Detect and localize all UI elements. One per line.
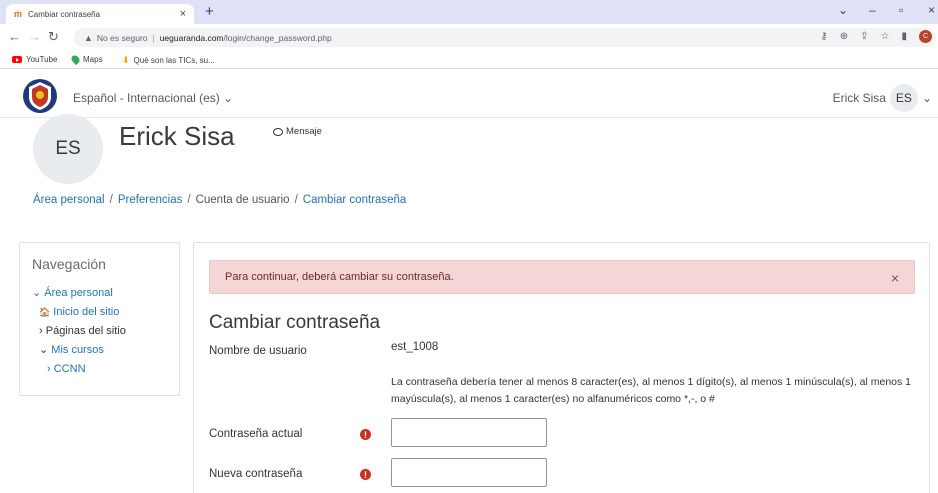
new-password-input[interactable]	[391, 458, 547, 487]
breadcrumb-cuenta-usuario: Cuenta de usuario	[195, 194, 290, 206]
profile-avatar[interactable]: C	[919, 30, 932, 43]
current-password-input[interactable]	[391, 418, 547, 447]
bookmark-label: Qué son las TICs, su...	[133, 56, 215, 65]
navigation-tree: ⌄ Área personal 🏠 Inicio del sitio › Pág…	[32, 284, 179, 379]
bookmark-youtube[interactable]: YouTube	[12, 55, 57, 64]
alert-text: Para continuar, deberá cambiar su contra…	[225, 271, 454, 283]
star-icon[interactable]: ☆	[881, 31, 890, 42]
breadcrumb-preferencias[interactable]: Preferencias	[118, 194, 183, 206]
forward-icon[interactable]: →	[28, 30, 41, 44]
url-separator: |	[152, 32, 155, 43]
username-label: Nombre de usuario	[209, 345, 307, 357]
close-icon[interactable]: ×	[891, 270, 899, 286]
nav-item-label: Mis cursos	[51, 344, 104, 356]
message-button[interactable]: Mensaje	[273, 126, 322, 137]
chevron-right-icon: ›	[47, 363, 51, 375]
key-icon[interactable]: ⚷	[820, 31, 827, 42]
warning-icon[interactable]: ▲	[84, 33, 93, 43]
moodle-favicon-icon: ṁ	[14, 9, 23, 19]
browser-tab-strip: ṁ Cambiar contraseña × + ⌄ – ▫ ×	[0, 0, 938, 24]
maps-icon	[69, 53, 82, 66]
message-label: Mensaje	[286, 126, 322, 137]
sidepanel-icon[interactable]: ▮	[901, 31, 907, 42]
close-tab-icon[interactable]: ×	[180, 8, 186, 20]
bookmark-tics[interactable]: ⬇ Qué son las TICs, su...	[122, 55, 215, 66]
zoom-icon[interactable]: ⊕	[840, 31, 848, 42]
download-icon: ⬇	[122, 55, 130, 65]
password-policy-text: La contraseña debería tener al menos 8 c…	[391, 376, 912, 405]
bookmark-label: Maps	[83, 55, 103, 64]
breadcrumb-separator: /	[294, 194, 298, 206]
tab-title: Cambiar contraseña	[28, 9, 101, 19]
nav-item-label: CCNN	[53, 363, 86, 375]
back-icon[interactable]: ←	[8, 30, 21, 44]
url-field[interactable]: ▲ No es seguro | ueguaranda.com /login/c…	[74, 28, 936, 47]
user-name: Erick Sisa	[832, 91, 886, 105]
bookmark-label: YouTube	[26, 55, 58, 64]
bookmarks-bar: YouTube Maps ⬇ Qué son las TICs, su...	[0, 51, 938, 69]
page-title: Erick Sisa	[119, 121, 235, 151]
alert-banner: Para continuar, deberá cambiar su contra…	[209, 260, 915, 294]
navigation-block: Navegación ⌄ Área personal 🏠 Inicio del …	[19, 242, 180, 396]
user-menu[interactable]: Erick Sisa ES ⌄	[833, 84, 932, 112]
nav-item-ccnn[interactable]: › CCNN	[32, 360, 179, 379]
username-value: est_1008	[391, 341, 439, 353]
breadcrumb-separator: /	[109, 194, 113, 206]
restore-button[interactable]: ▫	[899, 3, 903, 17]
nav-item-label: Área personal	[44, 287, 113, 299]
current-password-label: Contraseña actual	[209, 428, 303, 440]
address-bar-row: ← → ↻ ▲ No es seguro | ueguaranda.com /l…	[0, 24, 938, 51]
required-icon: !	[360, 429, 371, 440]
url-host: ueguaranda.com	[159, 32, 224, 43]
nav-item-inicio[interactable]: 🏠 Inicio del sitio	[32, 303, 179, 322]
toolbar-icons: ⚷ ⊕ ⇪ ☆ ▮ C	[820, 30, 932, 43]
bookmark-maps[interactable]: Maps	[69, 53, 103, 66]
share-icon[interactable]: ⇪	[860, 31, 868, 42]
avatar: ES	[889, 84, 918, 112]
breadcrumb-area-personal[interactable]: Área personal	[33, 194, 105, 206]
site-navbar: Español - Internacional (es) ⌄ Erick Sis…	[0, 76, 938, 118]
new-tab-button[interactable]: +	[205, 4, 214, 20]
new-password-label: Nueva contraseña	[209, 468, 303, 480]
breadcrumb-cambiar-contrasena[interactable]: Cambiar contraseña	[303, 194, 407, 206]
form-title: Cambiar contraseña	[209, 312, 381, 333]
breadcrumb: Área personal / Preferencias / Cuenta de usu…	[33, 194, 406, 206]
browser-tab[interactable]: ṁ Cambiar contraseña ×	[6, 4, 194, 24]
home-icon: 🏠	[39, 307, 51, 317]
nav-item-area-personal[interactable]: ⌄ Área personal	[32, 284, 179, 303]
school-logo-icon[interactable]	[22, 78, 58, 114]
reload-icon[interactable]: ↻	[48, 30, 59, 44]
main-region: Para continuar, deberá cambiar su contra…	[193, 242, 930, 493]
required-icon: !	[360, 469, 371, 480]
close-window-button[interactable]: ×	[928, 3, 935, 17]
nav-item-mis-cursos[interactable]: ⌄ Mis cursos	[32, 341, 179, 360]
breadcrumb-separator: /	[187, 194, 191, 206]
nav-item-paginas[interactable]: › Páginas del sitio	[32, 322, 179, 341]
chevron-down-icon: ⌄	[921, 91, 932, 105]
nav-item-label: Páginas del sitio	[45, 325, 126, 337]
nav-item-label: Inicio del sitio	[53, 306, 120, 318]
chevron-right-icon: ›	[39, 325, 43, 337]
language-selector[interactable]: Español - Internacional (es) ⌄	[73, 91, 233, 105]
chevron-down-icon: ⌄	[39, 344, 49, 356]
tab-search-icon[interactable]: ⌄	[838, 3, 848, 17]
youtube-icon	[12, 56, 22, 63]
profile-avatar-large[interactable]: ES	[33, 114, 103, 184]
navigation-title: Navegación	[32, 256, 106, 272]
minimize-button[interactable]: –	[869, 3, 876, 17]
url-path: /login/change_password.php	[223, 32, 332, 43]
security-label: No es seguro	[96, 32, 148, 43]
message-icon	[273, 127, 283, 136]
chevron-down-icon: ⌄	[32, 287, 42, 299]
